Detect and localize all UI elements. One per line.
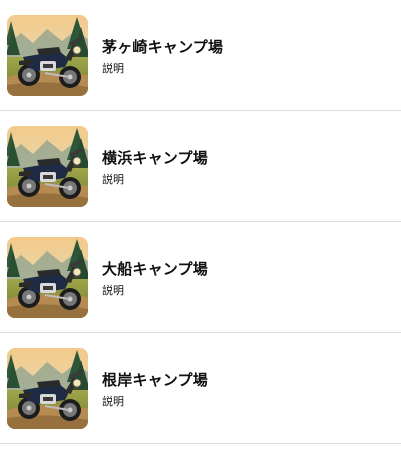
campsite-list: 茅ヶ崎キャンプ場 説明 横浜キャンプ場 説明 大船キャンプ場 説明 根岸キャンプ… bbox=[0, 0, 401, 444]
campsite-description: 説明 bbox=[102, 62, 124, 75]
campsite-name: 根岸キャンプ場 bbox=[102, 371, 208, 389]
campsite-list-item[interactable]: 根岸キャンプ場 説明 bbox=[0, 333, 401, 444]
campsite-thumbnail-image bbox=[7, 126, 88, 207]
campsite-name: 茅ヶ崎キャンプ場 bbox=[102, 38, 224, 56]
campsite-thumbnail-image bbox=[7, 237, 88, 318]
campsite-name: 大船キャンプ場 bbox=[102, 260, 208, 278]
campsite-list-item[interactable]: 横浜キャンプ場 説明 bbox=[0, 111, 401, 222]
campsite-list-item[interactable]: 大船キャンプ場 説明 bbox=[0, 222, 401, 333]
campsite-thumbnail-image bbox=[7, 348, 88, 429]
campsite-thumbnail-image bbox=[7, 15, 88, 96]
campsite-description: 説明 bbox=[102, 173, 124, 186]
campsite-list-item[interactable]: 茅ヶ崎キャンプ場 説明 bbox=[0, 0, 401, 111]
divider bbox=[0, 443, 401, 444]
campsite-name: 横浜キャンプ場 bbox=[102, 149, 208, 167]
campsite-description: 説明 bbox=[102, 284, 124, 297]
campsite-description: 説明 bbox=[102, 395, 124, 408]
